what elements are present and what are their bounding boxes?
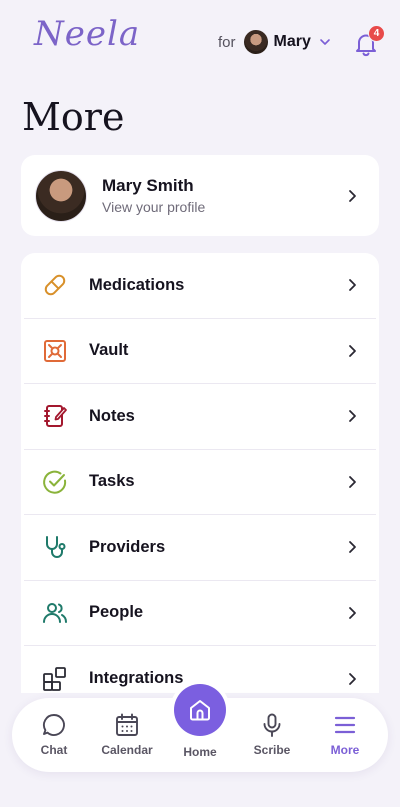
chevron-right-icon [349,279,356,292]
chevron-right-icon [349,410,356,423]
app-header: Neela for Mary 4 [0,0,400,86]
menu-item-label: Medications [89,275,185,294]
chevron-right-icon [349,606,356,619]
menu-item-label: Providers [89,537,166,556]
menu-list: Medications Vault Notes Tasks Providers [21,253,379,693]
calendar-icon [116,713,138,736]
avatar [35,169,87,222]
hamburger-menu-icon [334,716,356,734]
menu-item-vault[interactable]: Vault [24,319,376,384]
profile-card[interactable]: Mary Smith View your profile [21,155,379,236]
menu-item-label: People [89,603,144,622]
tab-chat[interactable]: Chat [19,712,89,757]
tab-label: More [330,743,360,757]
chevron-right-icon [349,344,356,357]
pill-icon [41,271,69,299]
notebook-icon [41,402,69,430]
for-label: for [218,33,236,51]
grid-plus-icon [41,665,69,693]
app-logo: Neela [34,14,141,54]
tab-label: Calendar [101,743,153,757]
people-icon [41,599,69,627]
menu-item-notes[interactable]: Notes [24,384,376,450]
tab-more[interactable]: More [310,712,380,757]
menu-item-people[interactable]: People [24,581,376,646]
avatar [243,30,268,54]
check-circle-icon [41,468,69,496]
tab-calendar[interactable]: Calendar [92,712,162,757]
tab-label: Scribe [253,743,291,757]
chat-bubble-icon [43,714,65,736]
menu-item-tasks[interactable]: Tasks [24,450,376,515]
page-title: More [22,95,125,139]
profile-subtitle: View your profile [102,199,206,215]
tab-home[interactable] [170,680,230,740]
chevron-down-icon [320,39,330,45]
profile-name: Mary Smith [102,176,194,195]
chevron-right-icon [349,189,356,202]
home-icon [190,700,210,721]
selected-person-name: Mary [273,33,311,50]
person-switcher[interactable]: for Mary [218,30,331,54]
home-button[interactable] [174,684,226,736]
tab-label: Chat [40,743,68,757]
chevron-right-icon [349,541,356,554]
menu-item-label: Vault [89,341,129,360]
menu-item-providers[interactable]: Providers [24,515,376,581]
home-tab-label: Home [183,745,217,759]
stethoscope-icon [41,533,69,561]
vault-icon [41,337,69,365]
menu-item-medications[interactable]: Medications [24,253,376,319]
notification-badge: 4 [368,25,385,42]
tab-scribe[interactable]: Scribe [237,712,307,757]
menu-item-label: Notes [89,406,135,425]
microphone-icon [263,713,281,737]
chevron-right-icon [349,672,356,685]
menu-item-label: Tasks [89,472,135,491]
chevron-right-icon [349,475,356,488]
